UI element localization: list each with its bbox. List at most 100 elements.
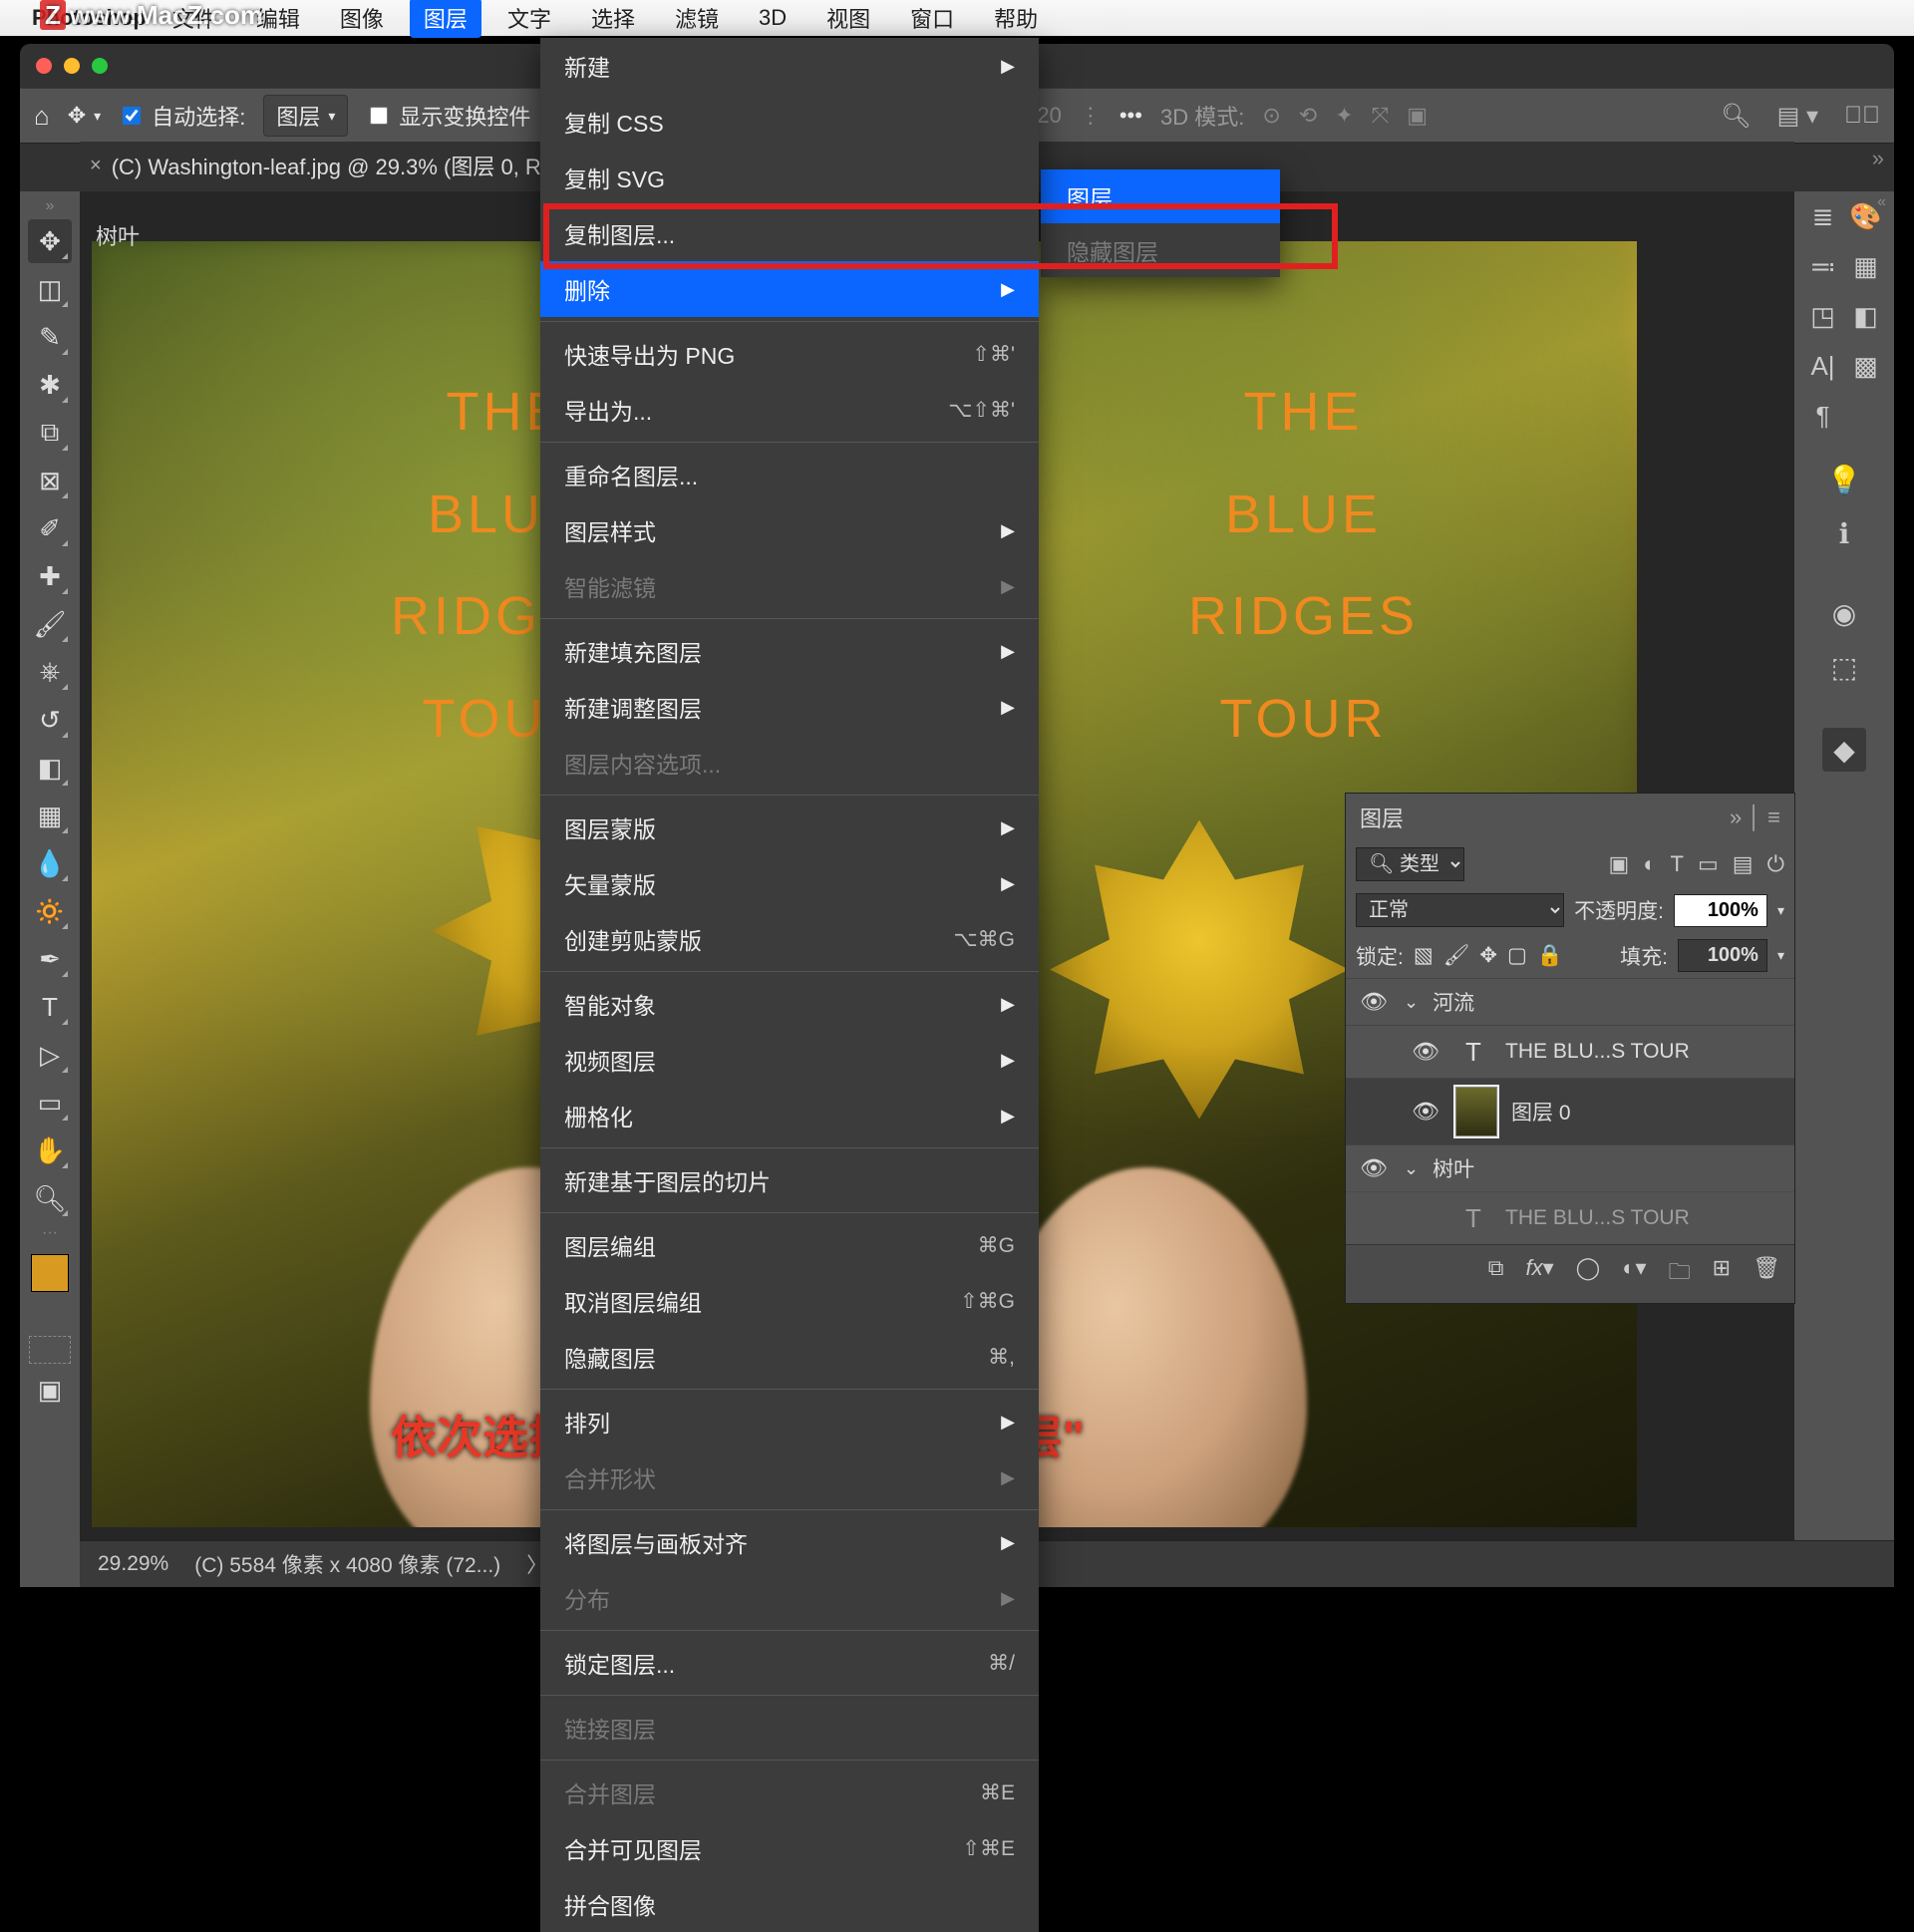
panel-menu-icon[interactable]: » │ ≡ — [1730, 805, 1780, 830]
properties-icon[interactable]: ⬚ — [1825, 648, 1863, 686]
submenu-item-layer[interactable]: 图层 — [1041, 169, 1280, 223]
document-tab-title[interactable]: (C) Washington-leaf.jpg @ 29.3% (图层 0, R… — [112, 150, 611, 181]
menu-item[interactable]: 锁定图层...⌘/ — [540, 1635, 1039, 1691]
pen-tool[interactable]: ✒ — [28, 937, 72, 981]
menu-item[interactable]: 合并图层⌘E — [540, 1765, 1039, 1820]
link-layers-icon[interactable]: ⧉ — [1488, 1255, 1504, 1293]
minimize-window-icon[interactable] — [64, 58, 80, 74]
blend-mode-select[interactable]: 正常 — [1356, 893, 1564, 927]
quick-mask-toggle[interactable] — [29, 1336, 71, 1364]
eraser-tool[interactable]: ◧ — [28, 746, 72, 790]
menu-item[interactable]: 导出为...⌥⇧⌘' — [540, 382, 1039, 438]
info-icon[interactable]: ℹ — [1825, 514, 1863, 552]
adjust-icon[interactable]: ≕ — [1806, 249, 1839, 283]
zoom-window-icon[interactable] — [92, 58, 108, 74]
frame-tool[interactable]: ⊠ — [28, 459, 72, 502]
menu-item[interactable]: 栅格化▶ — [540, 1088, 1039, 1143]
color-swatches[interactable] — [31, 1254, 69, 1292]
screen-mode-toggle[interactable]: ▣ — [28, 1368, 72, 1412]
menu-item[interactable]: 删除▶ — [540, 261, 1039, 317]
zoom-level[interactable]: 29.29% — [98, 1552, 168, 1576]
menu-item[interactable]: 视频图层▶ — [540, 1032, 1039, 1088]
gradient-tool[interactable]: ▦ — [28, 794, 72, 837]
character-icon[interactable]: A| — [1806, 349, 1839, 383]
filter-pixel-icon[interactable]: ▣ — [1608, 851, 1629, 877]
healing-tool[interactable]: ✚ — [28, 554, 72, 598]
menu-item[interactable]: 复制 SVG — [540, 150, 1039, 205]
layer-filter-kind[interactable]: 🔍︎ 类型 — [1356, 847, 1464, 881]
menu-item[interactable]: 图层内容选项... — [540, 735, 1039, 791]
menu-window[interactable]: 窗口 — [896, 0, 968, 38]
menu-item[interactable]: 新建调整图层▶ — [540, 679, 1039, 735]
zoom-tool[interactable]: 🔍︎ — [28, 1176, 72, 1220]
eyedropper-tool[interactable]: ✐ — [28, 506, 72, 550]
menu-item[interactable]: 图层样式▶ — [540, 502, 1039, 558]
orbit-3d-icon[interactable]: ⊙ — [1262, 103, 1280, 129]
visibility-icon[interactable]: 👁 — [1358, 989, 1390, 1015]
search-icon[interactable]: 🔍︎ — [1721, 102, 1751, 131]
move-tool-icon[interactable]: ✥ — [68, 103, 86, 129]
filter-smart-icon[interactable]: ▤ — [1733, 851, 1754, 877]
menu-layer[interactable]: 图层 — [410, 0, 481, 38]
panel-collapse-icon[interactable]: » — [1872, 146, 1884, 171]
crop-tool[interactable]: ⧉ — [28, 411, 72, 455]
workspace-icon[interactable]: ▤ ▾ — [1777, 102, 1818, 131]
path-select-tool[interactable]: ▷ — [28, 1033, 72, 1077]
menu-item[interactable]: 矢量蒙版▶ — [540, 855, 1039, 911]
menu-image[interactable]: 图像 — [326, 0, 398, 38]
more-icon[interactable]: ••• — [1119, 103, 1142, 129]
paragraph-icon[interactable]: ¶ — [1806, 399, 1839, 433]
lasso-tool[interactable]: ✎ — [28, 315, 72, 359]
stamp-tool[interactable]: ⎈ — [28, 650, 72, 694]
menu-item[interactable]: 新建填充图层▶ — [540, 623, 1039, 679]
menu-item[interactable]: 取消图层编组⇧⌘G — [540, 1273, 1039, 1329]
color-wheel-icon[interactable]: ◉ — [1825, 594, 1863, 632]
menu-item[interactable]: 快速导出为 PNG⇧⌘' — [540, 326, 1039, 382]
submenu-item-hidden[interactable]: 隐藏图层 — [1041, 223, 1280, 277]
menu-item[interactable]: 智能对象▶ — [540, 976, 1039, 1032]
layer-text[interactable]: 👁TTHE BLU...S TOUR — [1346, 1025, 1794, 1078]
layer-group[interactable]: 👁⌄树叶 — [1346, 1144, 1794, 1191]
move-tool[interactable]: ✥ — [28, 219, 72, 263]
menu-item[interactable]: 分布▶ — [540, 1570, 1039, 1626]
hand-tool[interactable]: ✋ — [28, 1128, 72, 1172]
adjustment-layer-icon[interactable]: ◐▾ — [1622, 1255, 1646, 1293]
history-brush-tool[interactable]: ↺ — [28, 698, 72, 742]
filter-type-icon[interactable]: T — [1671, 851, 1684, 877]
lock-paint-icon[interactable]: 🖌 — [1443, 944, 1470, 968]
slide-3d-icon[interactable]: ⤧ — [1372, 103, 1390, 129]
shape-tool[interactable]: ▭ — [28, 1081, 72, 1125]
filter-shape-icon[interactable]: ▭ — [1698, 851, 1719, 877]
share-icon[interactable]: ⇧⃞ — [1844, 102, 1880, 130]
menu-item[interactable]: 重命名图层... — [540, 447, 1039, 502]
menu-type[interactable]: 文字 — [493, 0, 565, 38]
layer-thumbnail[interactable] — [1455, 1087, 1497, 1136]
menu-3d[interactable]: 3D — [745, 1, 800, 35]
menu-filter[interactable]: 滤镜 — [661, 0, 733, 38]
menu-item[interactable]: 图层蒙版▶ — [540, 800, 1039, 855]
artboard-label[interactable]: 树叶 — [96, 219, 140, 251]
new-group-icon[interactable]: 🗀 — [1669, 1255, 1691, 1293]
tab-close-icon[interactable]: × — [90, 155, 102, 177]
menu-item[interactable]: 将图层与画板对齐▶ — [540, 1514, 1039, 1570]
layer-fx-icon[interactable]: fx▾ — [1525, 1255, 1553, 1293]
blur-tool[interactable]: 💧 — [28, 841, 72, 885]
home-icon[interactable]: ⌂ — [34, 101, 50, 132]
layer-text[interactable]: TTHE BLU...S TOUR — [1346, 1191, 1794, 1244]
layer-pixel[interactable]: 👁图层 0 — [1346, 1078, 1794, 1144]
brush-tool[interactable]: 🖌 — [28, 602, 72, 646]
lock-transparent-icon[interactable]: ▧ — [1414, 943, 1434, 968]
filter-adjust-icon[interactable]: ◐ — [1643, 851, 1656, 877]
new-layer-icon[interactable]: ⊞ — [1713, 1255, 1731, 1293]
gradient-panel-icon[interactable]: ◧ — [1849, 299, 1882, 333]
history-icon[interactable]: ≣ — [1806, 199, 1839, 233]
menu-select[interactable]: 选择 — [577, 0, 649, 38]
menu-item[interactable]: 图层编组⌘G — [540, 1217, 1039, 1273]
lock-all-icon[interactable]: 🔒 — [1537, 944, 1563, 968]
visibility-icon[interactable]: 👁 — [1410, 1039, 1441, 1065]
menu-item[interactable]: 创建剪贴蒙版⌥⌘G — [540, 911, 1039, 967]
menu-item[interactable]: 新建基于图层的切片 — [540, 1152, 1039, 1208]
marquee-tool[interactable]: ◫ — [28, 267, 72, 311]
pan-3d-icon[interactable]: ✦ — [1335, 103, 1353, 129]
roll-3d-icon[interactable]: ⟲ — [1299, 103, 1317, 129]
